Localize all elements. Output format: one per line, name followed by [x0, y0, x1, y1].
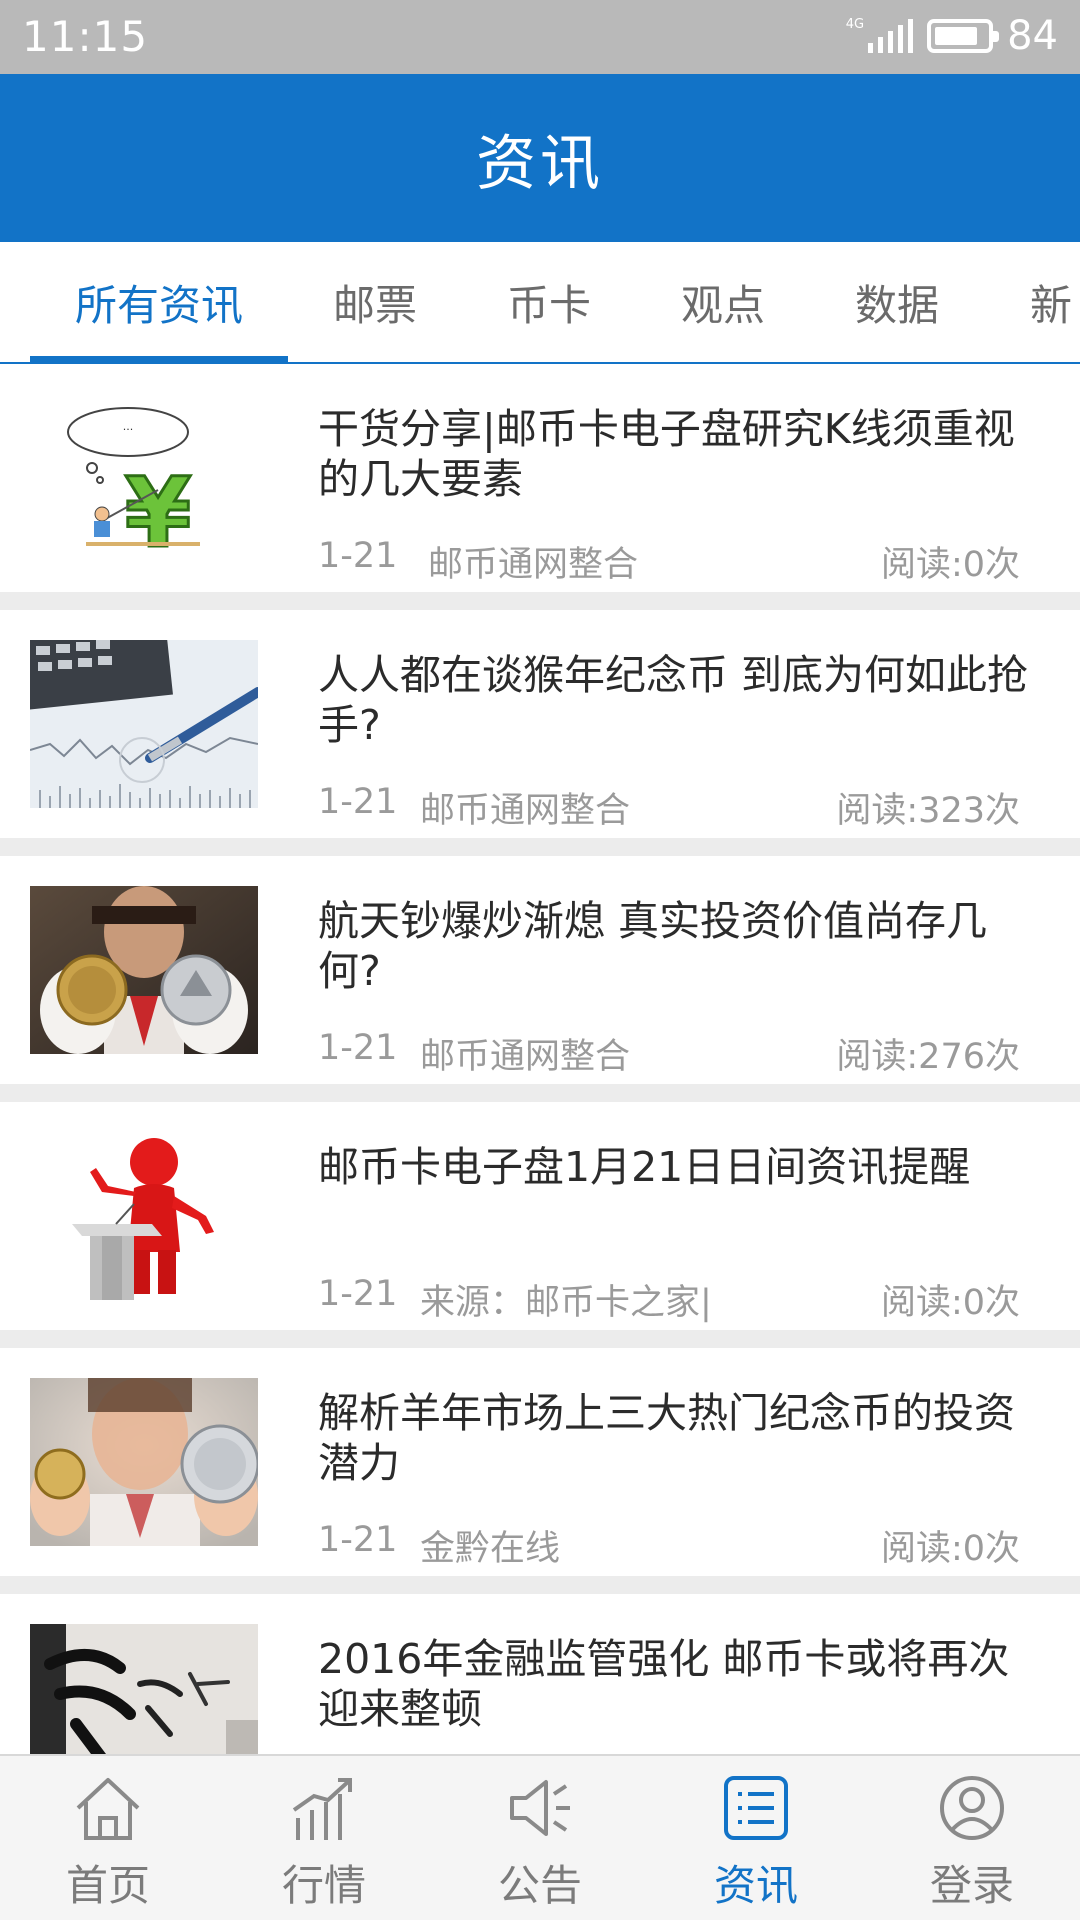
tab-opinions[interactable]: 观点	[648, 242, 798, 362]
coins-held	[30, 886, 258, 1054]
nav-label: 登录	[929, 1861, 1014, 1910]
news-thumbnail	[30, 640, 258, 808]
news-thumbnail	[30, 1132, 258, 1300]
category-tabs: 所有资讯 邮票 币卡 观点 数据 新	[0, 242, 1080, 364]
news-item[interactable]: ... ¥ 干货分享|邮币卡电子盘研究K线须重视的几大要素 1-21 邮币通网整…	[0, 364, 1080, 592]
tab-all-news[interactable]: 所有资讯	[30, 242, 288, 362]
news-list-icon	[718, 1770, 794, 1846]
app-header: 资讯	[0, 74, 1080, 242]
news-thumbnail	[30, 1378, 258, 1546]
page-title: 资讯	[476, 128, 604, 199]
red-figure-podium	[30, 1132, 258, 1300]
news-title: 人人都在谈猴年纪念币 到底为何如此抢手?	[318, 651, 1029, 749]
news-date: 1-21	[318, 1274, 398, 1314]
news-item[interactable]: 邮币卡电子盘1月21日日间资讯提醒 1-21 来源：邮币卡之家| 阅读:0次	[0, 1102, 1080, 1330]
bottom-navigation: 首页 行情 公告 资讯 登录	[0, 1754, 1080, 1920]
user-icon	[934, 1770, 1010, 1846]
news-thumbnail	[30, 886, 258, 1054]
nav-label: 首页	[65, 1861, 150, 1910]
news-title: 2016年金融监管强化 邮币卡或将再次迎来整顿	[318, 1635, 1010, 1733]
nav-login[interactable]: 登录	[864, 1756, 1080, 1920]
news-date: 1-21	[318, 1028, 398, 1068]
battery-fill	[935, 27, 978, 45]
cartoon-yuan-icon: ... ¥	[67, 407, 200, 562]
nav-label: 公告	[497, 1861, 582, 1910]
nav-label: 行情	[281, 1861, 366, 1910]
news-item[interactable]: 2016年金融监管强化 邮币卡或将再次迎来整顿	[0, 1594, 1080, 1754]
news-read-count: 阅读:323次	[836, 791, 1020, 831]
tab-indicator	[30, 356, 288, 362]
news-title: 干货分享|邮币卡电子盘研究K线须重视的几大要素	[318, 405, 1015, 503]
news-date: 1-21	[318, 536, 398, 576]
calligraphy-art	[30, 1624, 258, 1754]
svg-text:¥: ¥	[125, 457, 192, 562]
news-item[interactable]: 解析羊年市场上三大热门纪念币的投资潜力 1-21 金黔在线 阅读:0次	[0, 1348, 1080, 1576]
news-date: 1-21	[318, 1520, 398, 1560]
news-list: ... ¥ 干货分享|邮币卡电子盘研究K线须重视的几大要素 1-21 邮币通网整…	[0, 364, 1080, 1754]
market-chart-icon	[286, 1770, 362, 1846]
news-item[interactable]: 航天钞爆炒渐熄 真实投资价值尚存几何? 1-21 邮币通网整合 阅读:276次	[0, 856, 1080, 1084]
signal-icon	[868, 19, 914, 53]
nav-market[interactable]: 行情	[216, 1756, 432, 1920]
status-bar: 11:15 4G 84	[0, 0, 1080, 74]
news-source: 邮币通网整合	[428, 545, 639, 585]
nav-announcements[interactable]: 公告	[432, 1756, 648, 1920]
tab-stamps[interactable]: 邮票	[300, 242, 450, 362]
news-read-count: 阅读:276次	[836, 1037, 1020, 1077]
tab-coins-cards[interactable]: 币卡	[474, 242, 624, 362]
network-type: 4G	[845, 16, 865, 32]
svg-text:...: ...	[123, 420, 134, 433]
nav-news[interactable]: 资讯	[648, 1756, 864, 1920]
battery-percent: 84	[1007, 13, 1058, 59]
news-read-count: 阅读:0次	[880, 1529, 1020, 1569]
calculator-pen-chart	[30, 640, 258, 808]
news-title: 邮币卡电子盘1月21日日间资讯提醒	[318, 1143, 971, 1191]
news-title: 解析羊年市场上三大热门纪念币的投资潜力	[318, 1389, 1015, 1487]
news-title: 航天钞爆炒渐熄 真实投资价值尚存几何?	[318, 897, 988, 995]
home-icon	[70, 1770, 146, 1846]
tab-new[interactable]: 新	[1030, 242, 1080, 362]
megaphone-icon	[502, 1770, 578, 1846]
battery-icon	[927, 19, 1000, 53]
news-thumbnail: ... ¥	[30, 394, 258, 562]
news-source: 邮币通网整合	[420, 791, 631, 831]
status-time: 11:15	[22, 12, 149, 61]
news-read-count: 阅读:0次	[880, 545, 1020, 585]
news-item[interactable]: 人人都在谈猴年纪念币 到底为何如此抢手? 1-21 邮币通网整合 阅读:323次	[0, 610, 1080, 838]
woman-coins	[30, 1378, 258, 1546]
nav-home[interactable]: 首页	[0, 1756, 216, 1920]
tab-data[interactable]: 数据	[822, 242, 972, 362]
news-source: 邮币通网整合	[420, 1037, 631, 1077]
news-source: 来源：邮币卡之家|	[420, 1283, 712, 1323]
nav-label: 资讯	[713, 1861, 798, 1910]
news-date: 1-21	[318, 782, 398, 822]
news-source: 金黔在线	[420, 1529, 561, 1569]
status-indicators: 4G 84	[846, 10, 1058, 62]
news-read-count: 阅读:0次	[880, 1283, 1020, 1323]
news-thumbnail	[30, 1624, 258, 1754]
